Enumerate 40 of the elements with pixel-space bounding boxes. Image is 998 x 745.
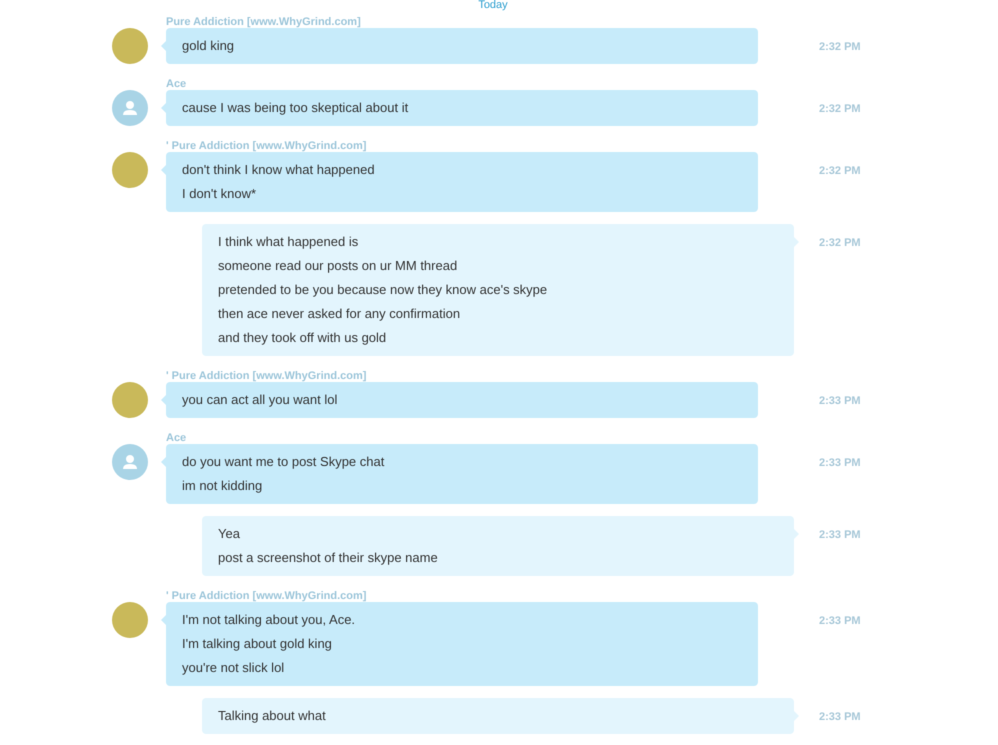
message-time: 2:33 PM bbox=[819, 395, 861, 407]
message-time: 2:32 PM bbox=[819, 41, 861, 53]
sender-name: ' Pure Addiction [www.WhyGrind.com] bbox=[166, 140, 366, 152]
message-text: post a screenshot of their skype name bbox=[218, 549, 439, 567]
message-text: you're not slick lol bbox=[182, 659, 286, 677]
message-text: I don't know* bbox=[182, 185, 258, 203]
message-text: I'm talking about gold king bbox=[182, 635, 333, 653]
message-text: and they took off with us gold bbox=[218, 329, 388, 347]
sender-name: Ace bbox=[166, 78, 186, 90]
avatar-silhouette-icon bbox=[112, 444, 148, 480]
message-time: 2:33 PM bbox=[819, 529, 861, 541]
message-text: you can act all you want lol bbox=[182, 391, 338, 409]
sender-name: Ace bbox=[166, 432, 186, 444]
sender-name: ' Pure Addiction [www.WhyGrind.com] bbox=[166, 590, 366, 602]
avatar-picture bbox=[112, 28, 148, 64]
date-divider: Today bbox=[478, 0, 508, 11]
message-time: 2:32 PM bbox=[819, 103, 861, 115]
message-text: im not kidding bbox=[182, 477, 264, 495]
message-text: Yea bbox=[218, 525, 241, 543]
message-text: gold king bbox=[182, 37, 236, 55]
message-time: 2:32 PM bbox=[819, 237, 861, 249]
message-text: don't think I know what happened bbox=[182, 161, 376, 179]
sender-name: Pure Addiction [www.WhyGrind.com] bbox=[166, 16, 361, 28]
avatar-silhouette-icon bbox=[112, 90, 148, 126]
message-text: pretended to be you because now they know ace's skype bbox=[218, 281, 548, 299]
message-text: I'm not talking about you, Ace. bbox=[182, 611, 356, 629]
message-text: I think what happened is bbox=[218, 233, 360, 251]
message-time: 2:33 PM bbox=[819, 457, 861, 469]
sender-name: ' Pure Addiction [www.WhyGrind.com] bbox=[166, 370, 366, 382]
message-time: 2:33 PM bbox=[819, 615, 861, 627]
message-time: 2:32 PM bbox=[819, 165, 861, 177]
message-text: do you want me to post Skype chat bbox=[182, 453, 386, 471]
message-text: then ace never asked for any confirmation bbox=[218, 305, 462, 323]
message-text: cause I was being too skeptical about it bbox=[182, 99, 410, 117]
message-text: someone read our posts on ur MM thread bbox=[218, 257, 458, 275]
avatar-picture bbox=[112, 602, 148, 638]
avatar-picture bbox=[112, 152, 148, 188]
message-text: Talking about what bbox=[218, 707, 327, 725]
avatar-picture bbox=[112, 382, 148, 418]
message-time: 2:33 PM bbox=[819, 711, 861, 723]
